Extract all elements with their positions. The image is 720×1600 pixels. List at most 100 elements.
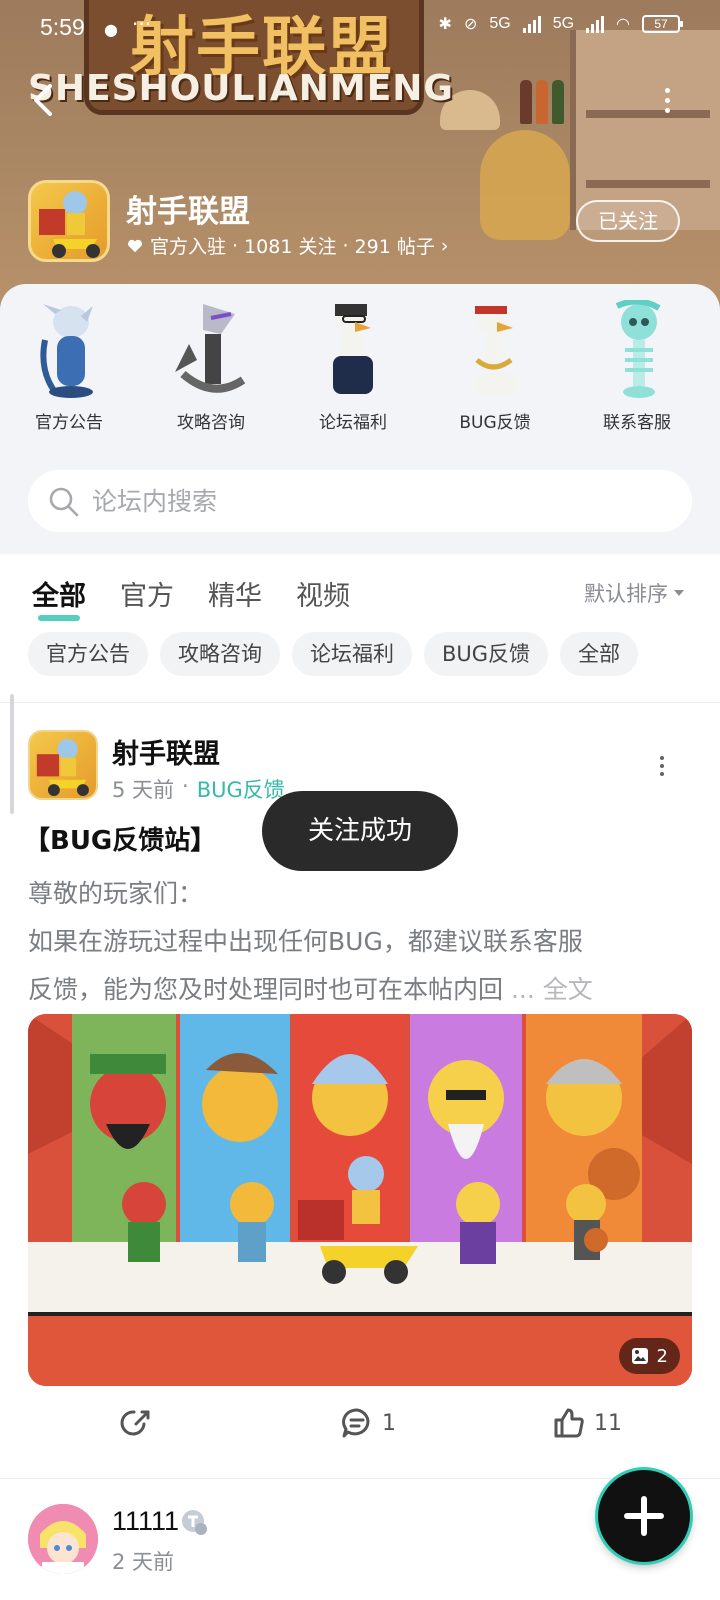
- divider: [0, 702, 720, 703]
- forum-meta[interactable]: 官方入驻 · 1081 关注 · 291 帖子 ›: [126, 232, 448, 259]
- meta-separator: ·: [232, 234, 239, 257]
- category-label: 论坛福利: [319, 413, 387, 433]
- category-welfare[interactable]: 论坛福利: [288, 300, 418, 440]
- chip-strategy[interactable]: 攻略咨询: [160, 632, 280, 676]
- strategy-icon: [173, 300, 249, 400]
- wifi-icon: ◠: [616, 16, 630, 33]
- category-label: BUG反馈: [459, 413, 531, 433]
- search-icon: [49, 487, 79, 517]
- category-official-announcement[interactable]: 官方公告: [4, 300, 134, 440]
- followers-count: 1081 关注: [244, 236, 337, 258]
- post-line: 反馈，能为您及时处理同时也可在本帖内回 ... 全文: [28, 966, 688, 1014]
- post-body[interactable]: 尊敬的玩家们： 如果在游玩过程中出现任何BUG，都建议联系客服 反馈，能为您及时…: [28, 870, 688, 1014]
- image-count-badge: 2: [618, 1338, 680, 1374]
- post-image[interactable]: 2: [28, 1014, 692, 1386]
- tab-video[interactable]: 视频: [296, 574, 350, 621]
- feed-tabs: 全部 官方 精华 视频: [32, 574, 350, 621]
- comment-icon: [342, 1408, 370, 1438]
- caret-down-icon: [674, 590, 684, 596]
- chip-all[interactable]: 全部: [560, 632, 639, 676]
- gallery-icon: [631, 1348, 648, 1364]
- category-customer-service[interactable]: 联系客服: [572, 298, 702, 440]
- post-author-name[interactable]: 射手联盟: [112, 732, 220, 771]
- followed-button[interactable]: 已关注: [576, 200, 680, 242]
- status-time: 5:59: [40, 14, 85, 40]
- read-more-link[interactable]: ... 全文: [503, 975, 593, 1004]
- post-separator: [0, 1478, 720, 1479]
- forum-search-bar[interactable]: [28, 470, 692, 532]
- scooter-duck-icon: [36, 738, 89, 797]
- create-post-button[interactable]: [598, 1470, 690, 1562]
- category-label: 官方公告: [35, 413, 103, 433]
- post-line: 如果在游玩过程中出现任何BUG，都建议联系客服: [28, 927, 583, 956]
- image-count: 2: [656, 1345, 668, 1367]
- status-more-notifications: ···: [132, 12, 152, 36]
- tab-official[interactable]: 官方: [120, 574, 174, 621]
- tab-all[interactable]: 全部: [32, 574, 86, 621]
- sort-dropdown[interactable]: 默认排序: [584, 578, 684, 608]
- comment-button[interactable]: 1: [340, 1406, 396, 1440]
- post-actions: 1 11: [0, 1406, 720, 1462]
- duck-heroes-illustration: [28, 1014, 692, 1386]
- network-label-1: 5G: [489, 15, 511, 32]
- post-line-text: 反馈，能为您及时处理同时也可在本帖内回: [28, 975, 504, 1004]
- more-options-button[interactable]: [660, 88, 674, 118]
- network-label-2: 5G: [552, 15, 575, 32]
- bluetooth-icon: ✱: [438, 16, 452, 33]
- post-line: 尊敬的玩家们：: [28, 879, 204, 908]
- official-announcement-icon: [31, 300, 107, 400]
- like-count: 11: [594, 1410, 622, 1436]
- like-button[interactable]: 11: [552, 1406, 622, 1440]
- posts-count: 291 帖子: [354, 236, 435, 258]
- banner-duck-character: [480, 130, 570, 240]
- category-shortcuts: 官方公告 攻略咨询 论坛福利 BUG反馈 联系客服: [0, 298, 720, 450]
- status-bar: 5:59 ● ··· ✱ ⊘ 5G 5G ◠ 57: [0, 0, 720, 60]
- comment-count: 1: [382, 1410, 396, 1436]
- post2-author-avatar[interactable]: [28, 1504, 98, 1574]
- post2-author-name[interactable]: 11111: [112, 1506, 179, 1537]
- back-button[interactable]: [30, 82, 66, 122]
- category-strategy[interactable]: 攻略咨询: [146, 300, 276, 440]
- meta-separator: ·: [342, 234, 349, 257]
- post-title[interactable]: 【BUG反馈站】: [24, 820, 216, 857]
- official-label: 官方入驻: [150, 236, 227, 258]
- official-heart-icon: [127, 239, 143, 252]
- post-author-avatar[interactable]: [28, 730, 98, 800]
- share-icon: [120, 1410, 150, 1436]
- thumbs-up-icon: [554, 1408, 584, 1438]
- welfare-icon: [315, 300, 391, 400]
- post2-time: 2 天前: [112, 1550, 175, 1574]
- meta-separator: ·: [182, 774, 189, 798]
- anime-avatar-icon: [28, 1504, 98, 1574]
- mute-bell-icon: ⊘: [463, 16, 478, 33]
- scroll-indicator: [10, 694, 14, 814]
- post-category-tag[interactable]: BUG反馈: [197, 774, 285, 804]
- banner-bottles: [520, 80, 580, 130]
- category-bug-feedback[interactable]: BUG反馈: [430, 300, 560, 440]
- user-level-badge-icon: [182, 1510, 207, 1535]
- post-time: 5 天前: [112, 778, 175, 802]
- tab-featured[interactable]: 精华: [208, 574, 262, 621]
- chip-bug-feedback[interactable]: BUG反馈: [424, 632, 549, 676]
- category-label: 联系客服: [603, 413, 671, 433]
- signal-bars-icon-2: [586, 15, 605, 33]
- chevron-right-icon: ›: [440, 234, 449, 257]
- chip-official-announcement[interactable]: 官方公告: [28, 632, 148, 676]
- chip-welfare[interactable]: 论坛福利: [292, 632, 412, 676]
- game-logo-english: SHESHOULIANMENG: [28, 68, 454, 109]
- post-meta: 5 天前 · BUG反馈: [112, 774, 285, 804]
- category-label: 攻略咨询: [177, 413, 245, 433]
- bug-feedback-icon: [457, 300, 533, 400]
- follow-success-toast: 关注成功: [262, 791, 458, 871]
- customer-service-icon: [599, 298, 675, 400]
- qq-notification-icon: ●: [104, 20, 118, 39]
- battery-indicator: 57: [642, 15, 683, 33]
- category-chips: 官方公告 攻略咨询 论坛福利 BUG反馈 全部: [28, 632, 639, 676]
- forum-name: 射手联盟: [126, 194, 250, 230]
- share-button[interactable]: [118, 1406, 152, 1440]
- post-more-options-button[interactable]: [658, 756, 666, 776]
- search-input[interactable]: [92, 480, 652, 522]
- forum-avatar[interactable]: [28, 180, 110, 262]
- sort-label: 默认排序: [584, 582, 668, 606]
- signal-bars-icon: [522, 15, 541, 33]
